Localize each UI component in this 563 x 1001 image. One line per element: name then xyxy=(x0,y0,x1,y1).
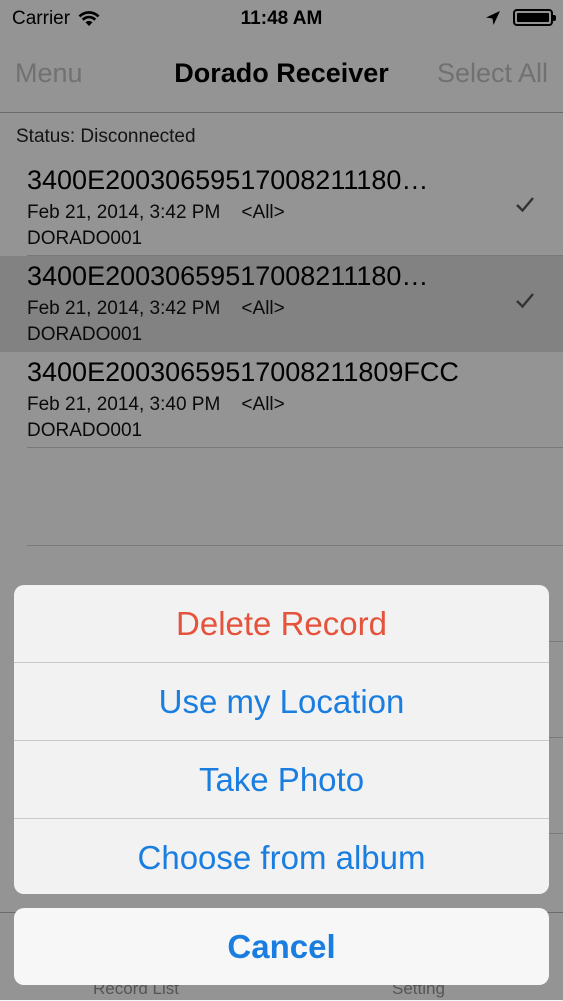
action-sheet: Delete Record Use my Location Take Photo… xyxy=(14,585,549,894)
choose-from-album-button[interactable]: Choose from album xyxy=(14,818,549,894)
cancel-button[interactable]: Cancel xyxy=(14,908,549,985)
use-my-location-button[interactable]: Use my Location xyxy=(14,662,549,740)
delete-record-button[interactable]: Delete Record xyxy=(14,585,549,662)
take-photo-button[interactable]: Take Photo xyxy=(14,740,549,818)
